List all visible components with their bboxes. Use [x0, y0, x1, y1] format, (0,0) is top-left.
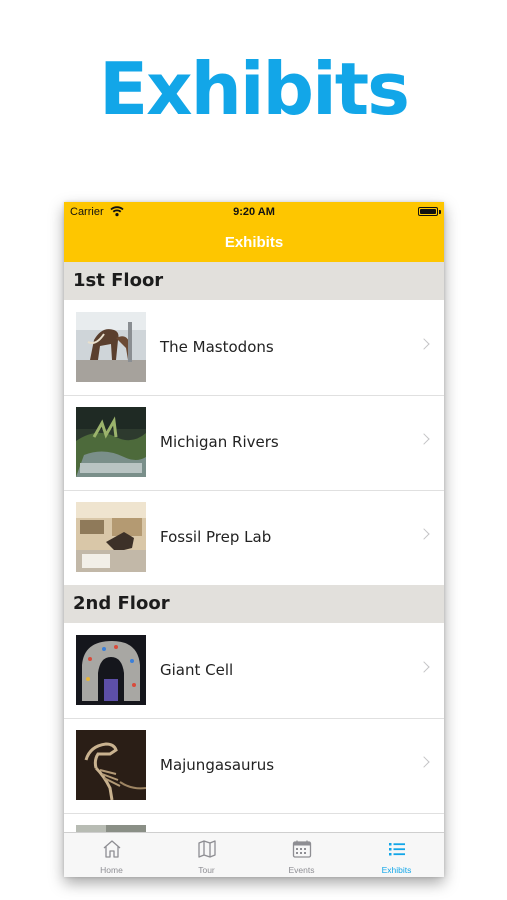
section-header-1st-floor: 1st Floor [64, 262, 444, 300]
chevron-right-icon [418, 433, 430, 445]
nav-bar: Exhibits [64, 224, 444, 262]
michigan-rivers-thumbnail [76, 407, 146, 477]
chevron-right-icon [418, 756, 430, 768]
tab-bar: Home Tour Events Exhibits [64, 832, 444, 877]
tab-tour[interactable]: Tour [159, 833, 254, 877]
calendar-icon [292, 840, 311, 858]
exhibit-label: Fossil Prep Lab [160, 528, 272, 546]
exhibit-label: Michigan Rivers [160, 433, 279, 451]
list-icon [388, 843, 405, 856]
map-icon [197, 840, 216, 858]
exhibit-label: Giant Cell [160, 661, 234, 679]
mastodons-thumbnail [76, 312, 146, 382]
fossil-prep-lab-thumbnail [76, 502, 146, 572]
exhibit-row-fossil-prep-lab[interactable]: Fossil Prep Lab [64, 490, 444, 585]
exhibit-row-giant-cell[interactable]: Giant Cell [64, 623, 444, 718]
exhibit-row-partial[interactable] [64, 813, 444, 833]
tab-label: Home [100, 865, 123, 875]
majungasaurus-thumbnail [76, 730, 146, 800]
home-icon [103, 840, 120, 858]
status-time: 9:20 AM [233, 206, 275, 218]
exhibit-list[interactable]: 1st Floor The Mastodons Michigan Rivers … [64, 262, 444, 833]
tab-events[interactable]: Events [254, 833, 349, 877]
chevron-right-icon [418, 338, 430, 350]
tab-label: Events [288, 865, 315, 875]
exhibit-label: The Mastodons [160, 338, 274, 356]
chevron-right-icon [418, 661, 430, 673]
tab-label: Tour [198, 865, 215, 875]
battery-icon [418, 207, 438, 216]
chevron-right-icon [418, 528, 430, 540]
exhibit-row-mastodons[interactable]: The Mastodons [64, 300, 444, 395]
battery-tip [439, 210, 441, 214]
hero-title: Exhibits [98, 47, 410, 131]
tab-label: Exhibits [381, 865, 412, 875]
exhibit-label: Majungasaurus [160, 756, 275, 774]
nav-title: Exhibits [224, 234, 284, 251]
tab-exhibits[interactable]: Exhibits [349, 833, 444, 877]
tab-home[interactable]: Home [64, 833, 159, 877]
section-header-2nd-floor: 2nd Floor [64, 585, 444, 623]
exhibit-row-majungasaurus[interactable]: Majungasaurus [64, 718, 444, 813]
giant-cell-thumbnail [76, 635, 146, 705]
status-bar: Carrier 9:20 AM [64, 202, 444, 224]
exhibit-row-michigan-rivers[interactable]: Michigan Rivers [64, 395, 444, 490]
phone-screen: Carrier 9:20 AM Exhibits 1st Floor The M… [64, 202, 444, 877]
